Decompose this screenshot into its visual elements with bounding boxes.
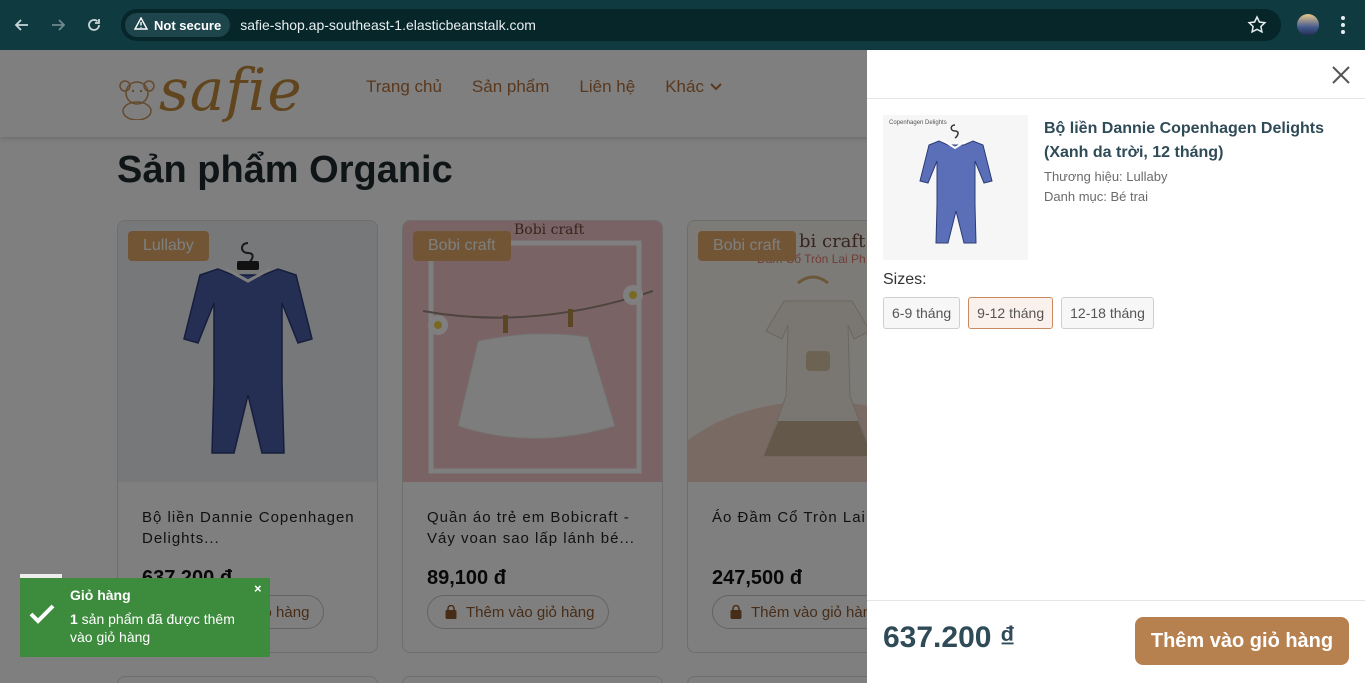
size-option-9-12[interactable]: 9-12 tháng <box>968 297 1054 329</box>
back-icon[interactable] <box>4 7 40 43</box>
reload-icon[interactable] <box>76 7 112 43</box>
toast-progress-bar <box>20 574 62 578</box>
size-option-6-9[interactable]: 6-9 tháng <box>883 297 961 329</box>
checkmark-icon <box>29 604 55 629</box>
cart-product-image: Copenhagen Delights <box>883 115 1028 260</box>
close-icon[interactable]: × <box>254 581 262 596</box>
address-bar[interactable]: Not secure safie-shop.ap-southeast-1.ela… <box>121 9 1281 41</box>
browser-toolbar: Not secure safie-shop.ap-southeast-1.ela… <box>0 0 1365 50</box>
security-label: Not secure <box>154 17 222 33</box>
toast-message: 1 sản phẩm đã được thêm vào giỏ hàng <box>70 610 250 646</box>
size-options: 6-9 tháng 9-12 tháng 12-18 tháng <box>883 297 1154 329</box>
divider <box>867 98 1365 99</box>
image-brand-text: Copenhagen Delights <box>889 120 947 126</box>
add-to-cart-button[interactable]: Thêm vào giỏ hàng <box>1135 617 1349 665</box>
avatar[interactable] <box>1297 14 1319 36</box>
warning-icon <box>133 16 149 33</box>
forward-icon[interactable] <box>40 7 76 43</box>
cart-product-brand: Thương hiệu: Lullaby <box>1044 169 1168 184</box>
toast-title: Giỏ hàng <box>70 587 131 603</box>
close-icon[interactable] <box>1330 64 1352 86</box>
star-icon[interactable] <box>1247 15 1267 40</box>
romper-image <box>919 124 993 244</box>
toast-notification: Giỏ hàng 1 sản phẩm đã được thêm vào giỏ… <box>20 574 270 657</box>
cart-product-name[interactable]: Bộ liền Dannie Copenhagen Delights (Xanh… <box>1044 117 1344 165</box>
cart-drawer: Copenhagen Delights Bộ liền Dannie Copen… <box>867 50 1365 683</box>
toast-count: 1 <box>70 611 78 627</box>
divider <box>867 600 1365 601</box>
cart-total: 637.200 ₫ <box>883 621 1016 654</box>
security-chip[interactable]: Not secure <box>125 13 231 37</box>
sizes-label: Sizes: <box>883 271 927 288</box>
more-icon[interactable] <box>1335 13 1351 42</box>
size-option-12-18[interactable]: 12-18 tháng <box>1061 297 1154 329</box>
toast-message-text: sản phẩm đã được thêm vào giỏ hàng <box>70 611 235 645</box>
url-text: safie-shop.ap-southeast-1.elasticbeansta… <box>240 17 536 33</box>
cart-product-category: Danh mục: Bé trai <box>1044 189 1149 204</box>
